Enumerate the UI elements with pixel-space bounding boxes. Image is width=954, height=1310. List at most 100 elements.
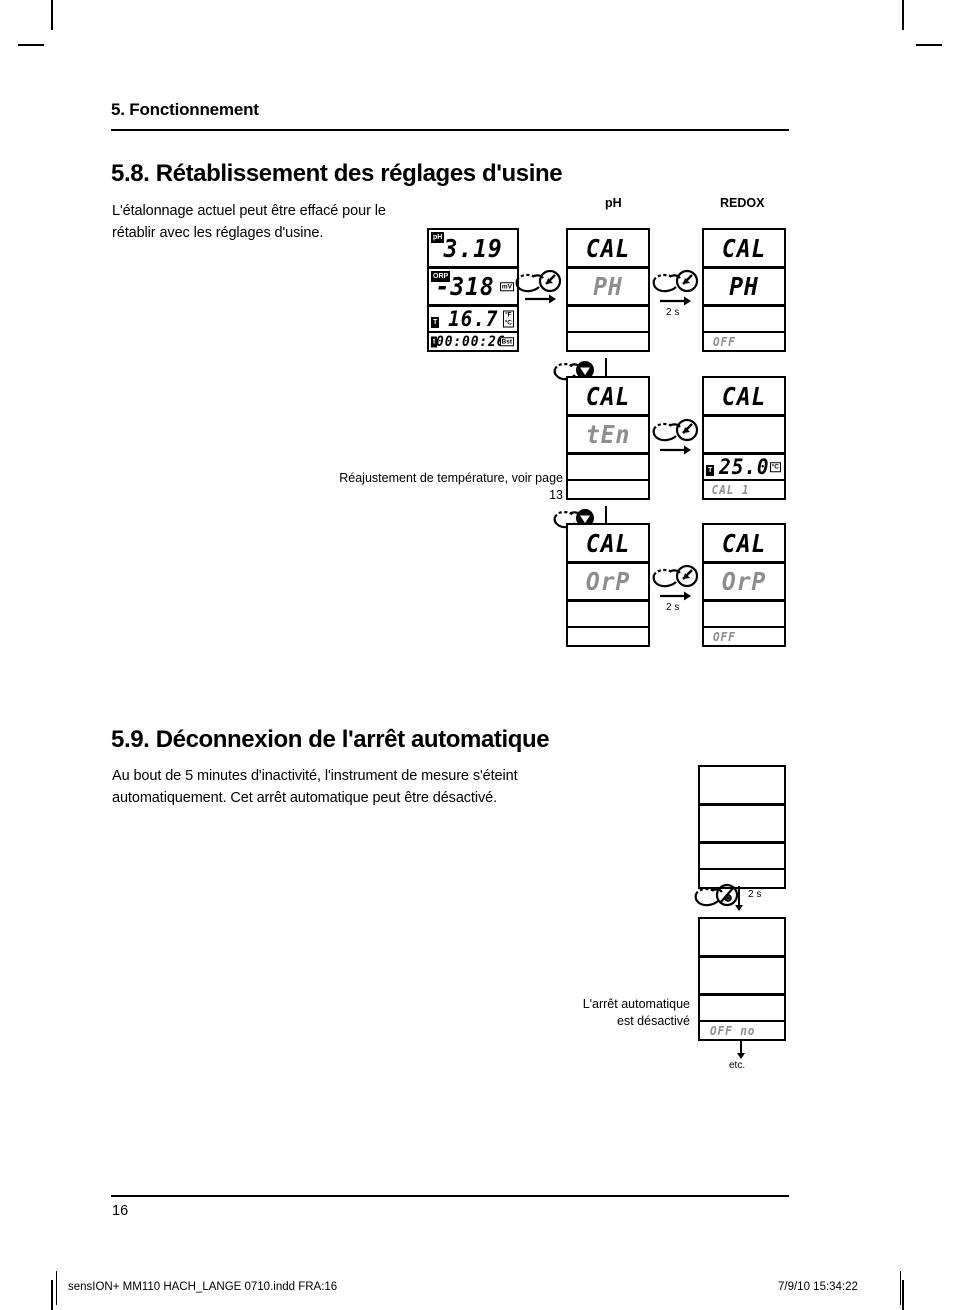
lcd-step3-right: CAL OrP OFF [702, 523, 786, 647]
lcd-row-blank-2 [700, 958, 784, 996]
section-5-8-title: 5.8. Rétablissement des réglages d'usine [111, 160, 563, 187]
lcd-text-cal: CAL [721, 528, 767, 558]
lcd-row-blank-a [704, 307, 784, 333]
lcd-row-status: OFF [704, 333, 784, 350]
header-rule [111, 129, 789, 131]
crop-mark-bottom-left [51, 1280, 53, 1310]
lcd-text-status: OFF [712, 334, 736, 349]
crop-mark-top-right [902, 0, 904, 30]
etc-label: etc. [729, 1060, 746, 1071]
lcd-row-mode: OrP [568, 564, 648, 602]
lcd-row-status: CAL 1 [704, 481, 784, 498]
lcd-text-mode: OrP [585, 567, 631, 596]
footer-divider-right [900, 1271, 901, 1305]
lcd-text-auto-off-status: OFF no [709, 1023, 756, 1038]
lcd-tag-ph: pH [431, 232, 445, 243]
lcd-unit-celsius: °C [769, 462, 781, 472]
lcd-row-temperature: T 16.7 °F °C [429, 307, 517, 333]
lcd-unit-bst: Bst [499, 336, 514, 347]
lcd-text-mode: tEn [585, 420, 631, 449]
lcd-row-ph: pH 3.19 [429, 230, 517, 269]
footer-rule [111, 1195, 789, 1197]
hand-press-enter-icon[interactable] [652, 563, 700, 593]
lcd-row-blank-2 [700, 806, 784, 844]
lcd-row-blank-3 [700, 996, 784, 1022]
lcd-unit-celsius: °C [504, 319, 512, 326]
lcd-row-mode: PH [568, 269, 648, 307]
lcd-row-status: OFF [704, 628, 784, 645]
lcd-row-mode: OrP [704, 564, 784, 602]
column-header-ph: pH [605, 196, 622, 210]
lcd-row-cal: CAL [704, 378, 784, 417]
lcd-row-blank-a [568, 602, 648, 628]
lcd-unit-fahrenheit: °F [505, 311, 512, 319]
lcd-row-blank-a [704, 602, 784, 628]
lcd-text-cal: CAL [585, 233, 631, 263]
crop-mark-left-top [18, 44, 44, 46]
lcd-text-cal: CAL [721, 233, 767, 263]
lcd-value-temperature: 25.0 [718, 455, 770, 479]
lcd-value-temperature: 16.7 [447, 307, 499, 331]
flow-arrow-down-icon-3 [735, 886, 743, 911]
flow-arrow-right-icon-4 [660, 591, 691, 601]
lcd-row-cal: CAL [704, 525, 784, 564]
column-header-redox: REDOX [720, 196, 765, 210]
lcd-step2-left: CAL tEn [566, 376, 650, 500]
lcd-step3-left: CAL OrP [566, 523, 650, 647]
lcd-row-blank-a [704, 417, 784, 455]
lcd-text-cal: CAL [585, 381, 631, 411]
caption-temperature-readjust: Réajustement de température, voir page 1… [339, 471, 563, 502]
lcd-value-ph: 3.19 [443, 233, 503, 263]
lcd-row-mode: tEn [568, 417, 648, 455]
lcd-row-blank-b [568, 628, 648, 645]
lcd-row-cal: CAL [568, 230, 648, 269]
hand-press-enter-icon[interactable] [652, 268, 700, 298]
flow-arrow-down-icon-4 [737, 1040, 745, 1059]
lcd-row-mode: PH [704, 269, 784, 307]
footer-divider-left [56, 1271, 57, 1305]
lcd-auto-off-after: OFF no [698, 917, 786, 1041]
lcd-tag-t: T [706, 465, 715, 476]
crop-mark-bottom-right [902, 1280, 904, 1310]
lcd-value-orp: -318 [435, 272, 495, 301]
lcd-row-orp: ORP -318 mV [429, 269, 517, 307]
footer-file-info: sensION+ MM110 HACH_LANGE 0710.indd FRA:… [68, 1281, 338, 1293]
lcd-row-blank-a [568, 455, 648, 481]
lcd-row-cal: CAL [704, 230, 784, 269]
lcd-step1-right: CAL PH OFF [702, 228, 786, 352]
lcd-step1-left: CAL PH [566, 228, 650, 352]
hold-duration-label-2: 2 s [666, 602, 680, 613]
lcd-row-blank-1 [700, 767, 784, 806]
lcd-text-cal: CAL [585, 528, 631, 558]
page-number: 16 [112, 1203, 129, 1219]
lcd-row-timer: t 00:00:26 Bst [429, 333, 517, 350]
lcd-text-status: CAL 1 [711, 482, 750, 497]
lcd-step2-right: CAL T 25.0 °C CAL 1 [702, 376, 786, 500]
lcd-row-blank-b [568, 333, 648, 350]
lcd-row-blank-3 [700, 844, 784, 870]
lcd-text-status: OFF [712, 629, 736, 644]
lcd-row-blank-1 [700, 919, 784, 958]
flow-arrow-right-icon-2 [660, 296, 691, 306]
lcd-text-mode: OrP [721, 567, 767, 596]
chapter-heading: 5. Fonctionnement [111, 100, 259, 119]
lcd-row-auto-off-status: OFF no [700, 1022, 784, 1039]
page: 5. Fonctionnement 5.8. Rétablissement de… [0, 0, 954, 1310]
lcd-text-mode: PH [593, 272, 623, 301]
lcd-unit-mv: mV [499, 281, 514, 292]
lcd-unit-temperature: °F °C [502, 310, 514, 328]
caption-auto-off-disabled: L'arrêt automatique est désactivé [582, 997, 690, 1028]
lcd-tag-t: T [431, 317, 440, 328]
section-5-8-body: L'étalonnage actuel peut être effacé pou… [112, 203, 386, 241]
flow-arrow-right-icon-1 [525, 294, 556, 304]
hand-press-enter-icon[interactable] [652, 417, 700, 447]
lcd-value-timer: 00:00:26 [436, 333, 506, 350]
section-5-9-title: 5.9. Déconnexion de l'arrêt automatique [111, 726, 550, 753]
lcd-row-cal: CAL [568, 378, 648, 417]
lcd-auto-off-before [698, 765, 786, 889]
crop-mark-top-left [51, 0, 53, 30]
hold-duration-label-1: 2 s [666, 307, 680, 318]
crop-mark-right-top [916, 44, 942, 46]
section-5-9-body: Au bout de 5 minutes d'inactivité, l'ins… [112, 768, 518, 806]
flow-arrow-right-icon-3 [660, 445, 691, 455]
